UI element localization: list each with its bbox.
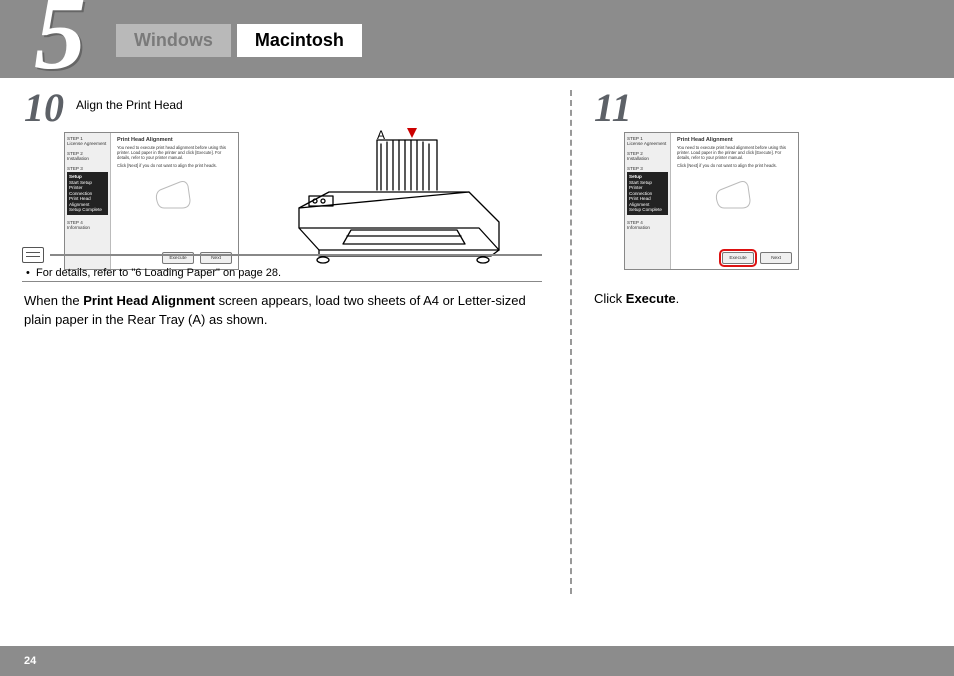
dlg-setup-title: Setup [69, 174, 82, 179]
dlg-setup-title: Setup [629, 174, 642, 179]
note-bullet: • [26, 267, 30, 279]
dlg-body-2: Click [Next] if you do not want to align… [677, 163, 792, 168]
dlg-setup-box: Setup Start Setup Printer Connection Pri… [67, 172, 108, 215]
hand-illustration-icon [150, 174, 200, 214]
arrow-down-icon [407, 128, 417, 138]
dialog-title: Print Head Alignment [117, 137, 232, 143]
dlg-body-1: You need to execute print head alignment… [677, 145, 792, 160]
os-tabs: Windows Macintosh [116, 24, 362, 57]
dlg-setup-item: Start Setup [69, 180, 92, 185]
hand-illustration-icon [710, 174, 760, 214]
dialog-body: You need to execute print head alignment… [677, 145, 792, 168]
page-number: 24 [24, 655, 36, 667]
section-number: 5 [34, 0, 86, 75]
dlg-setup-item: Printer Connection [629, 185, 652, 196]
note-text: • For details, refer to "6 Loading Paper… [26, 267, 542, 279]
instr-pre: When the [24, 293, 83, 308]
instr-pre: Click [594, 291, 626, 306]
dlg-body-2: Click [Next] if you do not want to align… [117, 163, 232, 168]
dialog-execute-button-highlighted: Execute [722, 252, 754, 264]
tab-macintosh[interactable]: Macintosh [237, 24, 362, 57]
instr-post: . [676, 291, 680, 306]
step-10-number: 10 [24, 92, 64, 124]
dialog-body: You need to execute print head alignment… [117, 145, 232, 168]
dialog-title: Print Head Alignment [677, 137, 792, 143]
dlg-setup-box: Setup Start Setup Printer Connection Pri… [627, 172, 668, 215]
rear-tray-label: A [377, 128, 385, 142]
dlg-step2-item: Installation [67, 156, 108, 161]
dlg-body-1: You need to execute print head alignment… [117, 145, 232, 160]
step-10-instruction: When the Print Head Alignment screen app… [24, 292, 546, 330]
note-rule [50, 254, 542, 256]
dlg-setup-item: Printer Connection [69, 185, 92, 196]
dlg-step3-label: STEP 3 [627, 166, 668, 171]
tab-windows[interactable]: Windows [116, 24, 231, 57]
dlg-setup-item: Setup Complete [69, 207, 102, 212]
instr-bold: Print Head Alignment [83, 293, 215, 308]
dlg-setup-item: Start Setup [629, 180, 652, 185]
note-body: For details, refer to "6 Loading Paper" … [36, 267, 281, 279]
dlg-setup-item: Print Head Alignment [629, 196, 651, 207]
step-11-instruction: Click Execute. [594, 290, 930, 309]
dlg-step1-item: License Agreement [67, 141, 108, 146]
note-block: • For details, refer to "6 Loading Paper… [22, 247, 542, 282]
step-10-header: 10 Align the Print Head [24, 92, 546, 124]
dlg-step4-item: Information [67, 225, 108, 230]
header-band: 5 Windows Macintosh [0, 0, 954, 78]
dlg-step2-item: Installation [627, 156, 668, 161]
step-11-figures: STEP 1License Agreement STEP 2Installati… [624, 132, 930, 270]
dialog-buttons: Execute Next [722, 252, 792, 264]
content-area: 10 Align the Print Head STEP 1License Ag… [0, 78, 954, 638]
step-10-column: 10 Align the Print Head STEP 1License Ag… [0, 78, 570, 330]
step-11-column: 11 STEP 1License Agreement STEP 2Install… [570, 78, 954, 309]
dialog-sidebar: STEP 1License Agreement STEP 2Installati… [625, 133, 671, 269]
book-icon [22, 247, 44, 263]
dlg-setup-item: Print Head Alignment [69, 196, 91, 207]
step-11-number: 11 [594, 92, 632, 124]
step-10-title: Align the Print Head [76, 98, 183, 112]
dialog-screenshot-11: STEP 1License Agreement STEP 2Installati… [624, 132, 799, 270]
note-rule-bottom [22, 281, 542, 282]
dialog-next-button: Next [760, 252, 792, 264]
page-footer: 24 [0, 646, 954, 676]
dlg-setup-item: Setup Complete [629, 207, 662, 212]
instr-bold: Execute [626, 291, 676, 306]
dlg-step3-label: STEP 3 [67, 166, 108, 171]
step-11-header: 11 [594, 92, 930, 124]
dlg-step1-item: License Agreement [627, 141, 668, 146]
dialog-main: Print Head Alignment You need to execute… [671, 133, 798, 269]
dlg-step4-item: Information [627, 225, 668, 230]
